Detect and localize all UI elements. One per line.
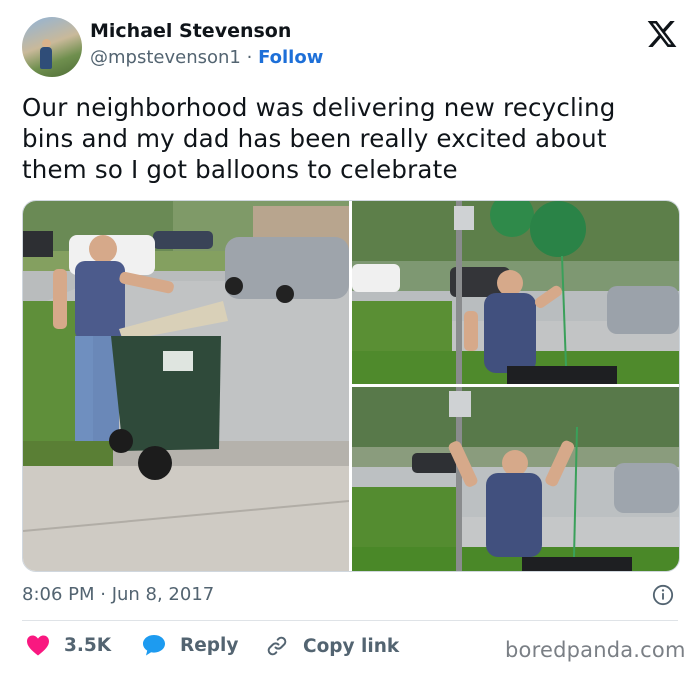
photo-man-with-balloons[interactable] (352, 201, 679, 384)
speech-bubble-icon (143, 635, 165, 656)
like-button[interactable]: 3.5K (26, 634, 111, 656)
photo-man-cheering[interactable] (352, 387, 679, 571)
tweet-timestamp[interactable]: 8:06 PM · Jun 8, 2017 (22, 584, 214, 605)
handle-separator: · (246, 47, 253, 68)
follow-button[interactable]: Follow (258, 47, 323, 68)
x-logo-icon[interactable] (645, 18, 679, 50)
divider (22, 620, 678, 621)
like-count: 3.5K (64, 634, 112, 656)
reply-button[interactable]: Reply (142, 634, 238, 656)
media-grid (22, 200, 680, 572)
avatar[interactable] (22, 17, 82, 77)
avatar-figure-body (40, 47, 52, 69)
reply-label: Reply (180, 634, 239, 656)
author-handle[interactable]: @mpstevenson1 (90, 47, 241, 68)
heart-icon (27, 635, 49, 656)
info-icon[interactable] (652, 584, 674, 606)
watermark: boredpanda.com (505, 638, 686, 662)
author-name[interactable]: Michael Stevenson (90, 20, 291, 42)
tweet-text: Our neighborhood was delivering new recy… (22, 93, 616, 184)
copy-link-button[interactable]: Copy link (265, 634, 399, 658)
author-handle-row: @mpstevenson1 · Follow (90, 47, 323, 68)
photo-recycling-bin[interactable] (23, 201, 349, 571)
link-icon (267, 636, 287, 656)
copy-link-label: Copy link (303, 635, 400, 657)
